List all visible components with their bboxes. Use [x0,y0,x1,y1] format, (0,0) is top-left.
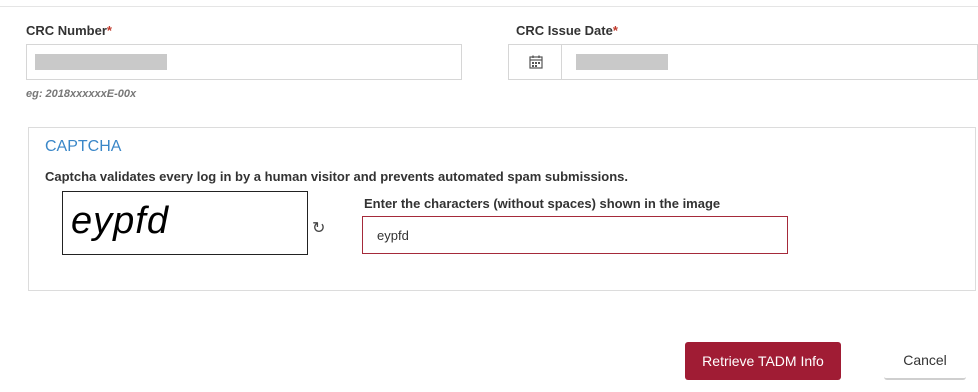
refresh-icon[interactable]: ↻ [312,218,325,238]
calendar-button[interactable] [508,44,562,80]
captcha-image-text: eypfd [71,200,169,242]
captcha-description: Captcha validates every log in by a huma… [45,169,629,184]
crc-number-hint: eg: 2018xxxxxxE-00x [26,88,137,100]
captcha-image: eypfd [62,191,308,255]
cancel-button[interactable]: Cancel [884,342,966,380]
crc-issue-date-label: CRC Issue Date* [516,23,618,38]
captcha-input-label: Enter the characters (without spaces) sh… [364,196,721,211]
crc-number-input[interactable] [26,44,462,80]
top-divider [0,0,978,7]
captcha-input[interactable] [362,216,788,254]
retrieve-tadm-info-button[interactable]: Retrieve TADM Info [685,342,841,380]
captcha-title: CAPTCHA [45,138,122,155]
masked-value [35,54,167,70]
calendar-icon [529,55,543,69]
masked-date-value [576,54,668,70]
crc-number-label: CRC Number* [26,23,112,38]
crc-issue-date-input[interactable] [561,44,978,80]
